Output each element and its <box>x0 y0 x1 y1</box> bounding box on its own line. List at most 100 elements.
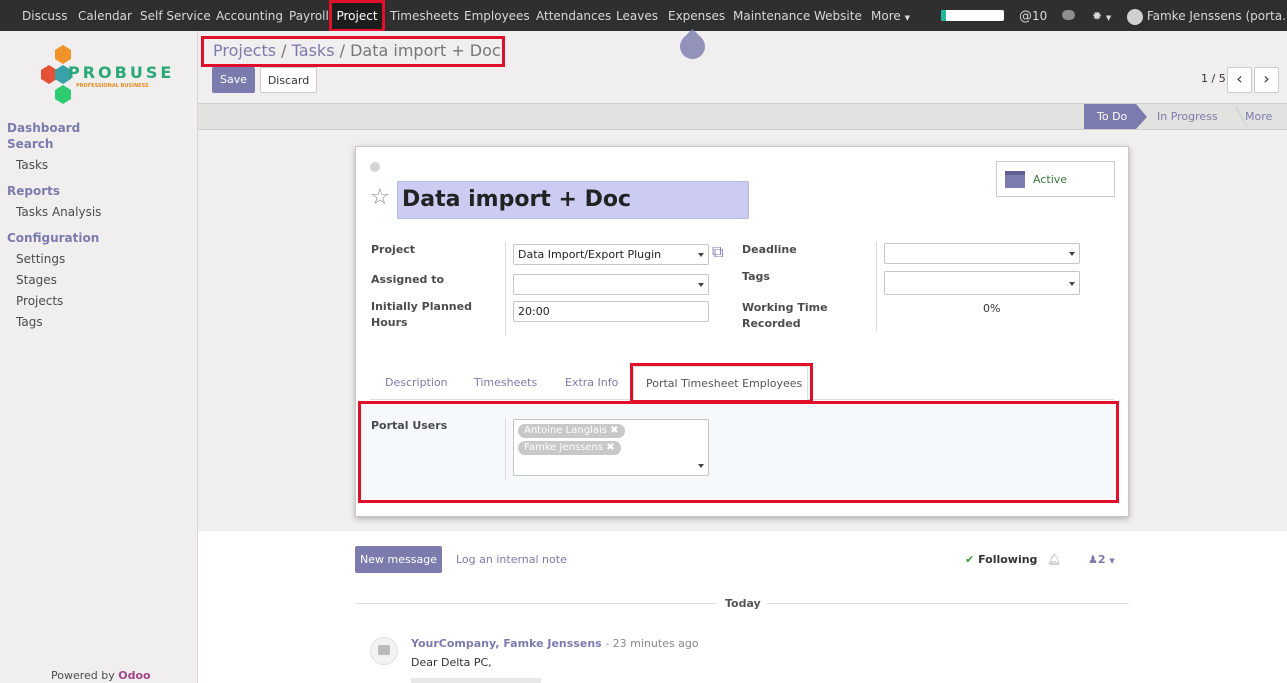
menu-website[interactable]: Website <box>814 0 862 31</box>
menu-more-label: More <box>871 9 901 23</box>
menu-calendar[interactable]: Calendar <box>78 0 132 31</box>
odoo-link[interactable]: Odoo <box>118 669 150 682</box>
breadcrumb-tasks[interactable]: Tasks <box>292 41 335 60</box>
debug-button[interactable]: ✹ ▼ <box>1092 0 1111 31</box>
sidebar-search[interactable]: Search <box>7 137 53 151</box>
divider <box>505 242 506 336</box>
star-icon[interactable]: ☆ <box>370 186 390 210</box>
chat-icon <box>1062 10 1075 20</box>
following-toggle[interactable]: ✔ Following 🔔︎ <box>965 553 1061 566</box>
tab-description[interactable]: Description <box>385 376 448 389</box>
logo-text: PROBUSE <box>68 63 175 82</box>
priority-dot[interactable] <box>370 162 380 172</box>
sidebar-reports[interactable]: Reports <box>7 184 60 198</box>
stage-todo[interactable]: To Do <box>1084 104 1136 129</box>
message-body: Dear Delta PC, <box>411 656 492 669</box>
menu-project[interactable]: Project <box>332 0 382 31</box>
top-navbar: Discuss Calendar Self Service Accounting… <box>0 0 1287 31</box>
user-menu[interactable]: Famke Jenssens (porta... <box>1127 0 1287 31</box>
log-note-link[interactable]: Log an internal note <box>456 553 567 566</box>
sidebar-configuration[interactable]: Configuration <box>7 231 99 245</box>
mentions-count: 10 <box>1032 9 1048 23</box>
menu-maintenance[interactable]: Maintenance <box>733 0 810 31</box>
progress-fill <box>941 10 946 21</box>
planned-hours-input[interactable]: 20:00 <box>513 301 709 322</box>
assigned-select[interactable] <box>513 274 709 295</box>
date-line-left <box>355 603 717 604</box>
new-message-button[interactable]: New message <box>355 546 442 573</box>
divider <box>876 242 877 332</box>
followers-count: 2 <box>1097 553 1106 566</box>
project-select[interactable]: Data Import/Export Plugin <box>513 244 709 265</box>
menu-employees[interactable]: Employees <box>464 0 530 31</box>
menu-accounting[interactable]: Accounting <box>216 0 283 31</box>
message-header: YourCompany, Famke Jenssens - 23 minutes… <box>411 637 699 650</box>
avatar <box>1127 8 1143 25</box>
sidebar-item-tasks[interactable]: Tasks <box>16 158 48 172</box>
menu-payroll[interactable]: Payroll <box>289 0 329 31</box>
chevron-down-icon <box>698 283 704 287</box>
users-icon: ♟ <box>1088 553 1098 566</box>
chevron-right-icon: › <box>1263 69 1270 88</box>
menu-discuss[interactable]: Discuss <box>22 0 68 31</box>
mentions-button[interactable]: @10 <box>1019 0 1047 31</box>
menu-self-service[interactable]: Self Service <box>140 0 211 31</box>
menu-attendances[interactable]: Attendances <box>536 0 611 31</box>
menu-timesheets[interactable]: Timesheets <box>390 0 459 31</box>
deadline-label: Deadline <box>742 243 797 256</box>
tab-extra-info[interactable]: Extra Info <box>565 376 618 389</box>
camera-icon <box>378 645 390 655</box>
save-button[interactable]: Save <box>212 67 255 93</box>
sidebar-item-settings[interactable]: Settings <box>16 252 65 266</box>
pager-prev-button[interactable]: ‹ <box>1227 67 1252 93</box>
portal-users-field[interactable]: Antoine Langlais ✖ Famke Jenssens ✖ <box>513 419 709 476</box>
working-time-label: Working Time Recorded <box>742 301 828 330</box>
menu-leaves[interactable]: Leaves <box>616 0 658 31</box>
active-label: Active <box>1033 173 1068 186</box>
deadline-input[interactable] <box>884 243 1080 264</box>
bell-icon[interactable]: 🔔︎ <box>1047 553 1061 566</box>
menu-expenses[interactable]: Expenses <box>668 0 725 31</box>
company-logo: PROBUSE PROFESSIONAL BUSINESS <box>38 43 171 107</box>
date-line-right <box>767 603 1129 604</box>
stage-more[interactable]: More <box>1245 104 1272 129</box>
breadcrumb-separator: / <box>339 41 346 60</box>
active-toggle[interactable]: Active <box>996 161 1115 197</box>
chevron-down-icon: ▼ <box>904 14 910 22</box>
chatter: New message Log an internal note ✔ Follo… <box>198 531 1287 683</box>
external-link-icon[interactable]: ⧉ <box>712 243 723 261</box>
status-bar: To Do In Progress More <box>198 103 1287 130</box>
tab-portal-timesheet-employees[interactable]: Portal Timesheet Employees <box>633 366 808 401</box>
portal-users-label: Portal Users <box>371 419 448 432</box>
message-author[interactable]: YourCompany, Famke Jenssens <box>411 637 602 650</box>
sidebar-item-projects[interactable]: Projects <box>16 294 63 308</box>
stage-in-progress[interactable]: In Progress <box>1157 104 1218 129</box>
breadcrumb-projects[interactable]: Projects <box>213 41 276 60</box>
working-time-value: 0% <box>983 302 1001 315</box>
sidebar-dashboard[interactable]: Dashboard <box>7 121 80 135</box>
check-icon: ✔ <box>965 553 975 566</box>
pager-value: 1 / 5 <box>1201 72 1226 85</box>
sidebar-item-tasks-analysis[interactable]: Tasks Analysis <box>16 205 101 219</box>
followers-button[interactable]: ♟2 ▼ <box>1088 553 1115 566</box>
project-label: Project <box>371 243 416 256</box>
archive-icon <box>1005 171 1025 188</box>
chat-button[interactable] <box>1062 0 1075 31</box>
close-icon[interactable]: ✖ <box>606 442 614 453</box>
sidebar-item-stages[interactable]: Stages <box>16 273 57 287</box>
bug-icon: ✹ <box>1092 9 1103 23</box>
close-icon[interactable]: ✖ <box>610 425 618 436</box>
user-name: Famke Jenssens (porta... <box>1146 9 1287 23</box>
tab-timesheets[interactable]: Timesheets <box>474 376 537 389</box>
chevron-left-icon: ‹ <box>1236 69 1243 88</box>
task-title-field[interactable]: Data import + Doc <box>397 181 749 219</box>
sidebar-item-tags[interactable]: Tags <box>16 315 43 329</box>
portal-user-tag: Antoine Langlais ✖ <box>518 424 625 438</box>
pager-next-button[interactable]: › <box>1254 67 1279 93</box>
powered-prefix: Powered by <box>51 669 119 682</box>
discard-button[interactable]: Discard <box>260 67 317 93</box>
tags-select[interactable] <box>884 271 1080 295</box>
following-label: Following <box>978 553 1038 566</box>
menu-more[interactable]: More ▼ <box>871 0 910 31</box>
chevron-down-icon: ▼ <box>1105 14 1112 22</box>
